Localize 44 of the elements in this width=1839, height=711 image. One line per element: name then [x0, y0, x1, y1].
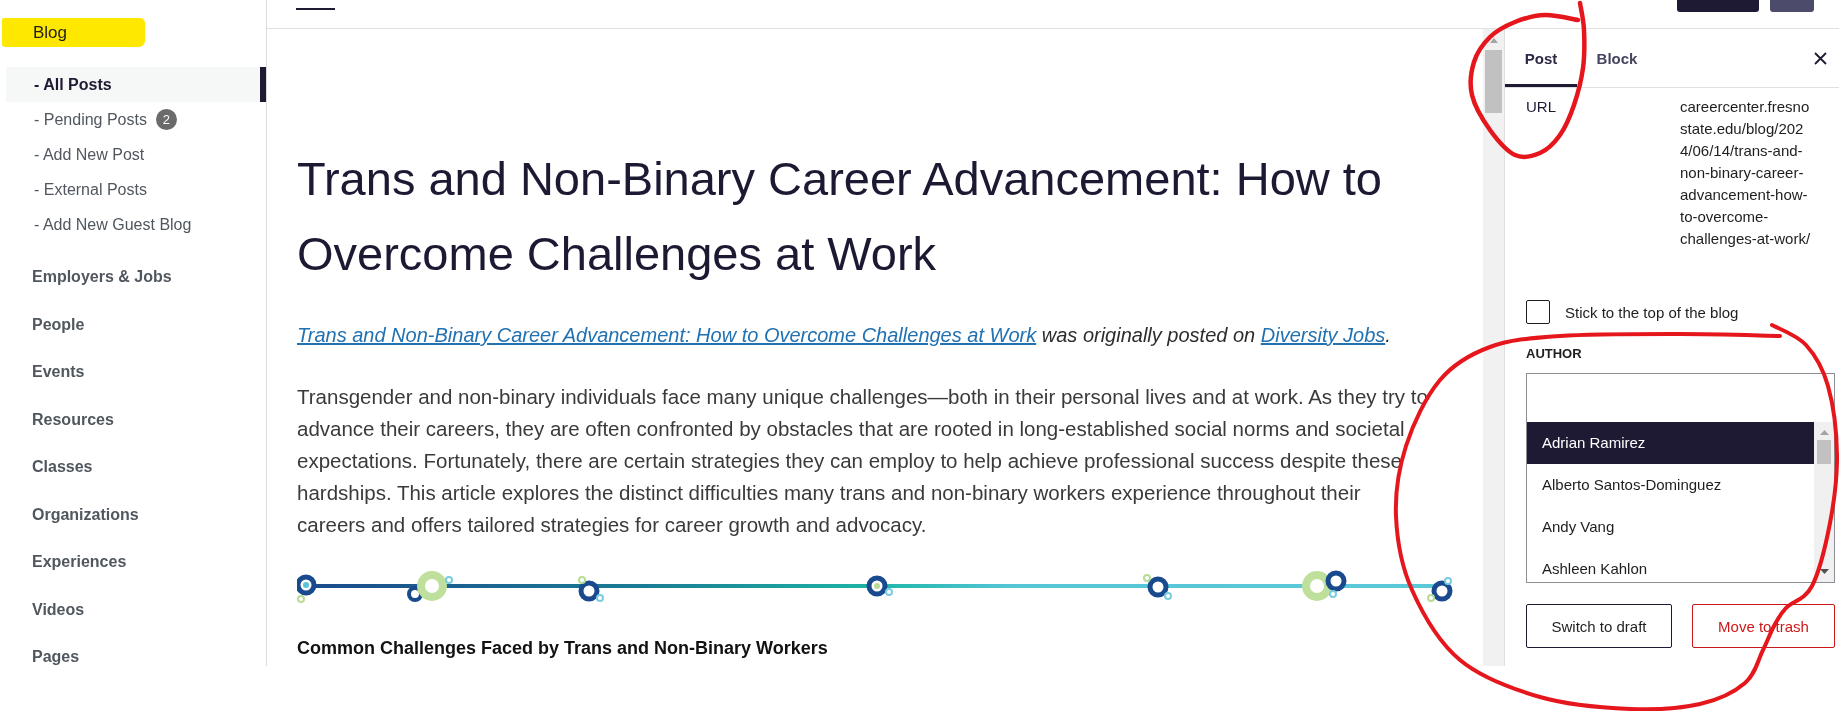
- checkbox[interactable]: [1526, 300, 1550, 324]
- url-link[interactable]: careercenter.fresnostate.edu/blog/2024/06/14/trans-and-non-binary-career-advancement-how-to-overcome-challenges-at-work/: [1680, 96, 1811, 250]
- text-link[interactable]: Trans and Non-Binary Career Advancement: How to Overcome Challenges at Work: [297, 324, 1037, 346]
- action-button[interactable]: Move to trash: [1692, 604, 1835, 648]
- text-link[interactable]: Diversity Jobs: [1260, 324, 1386, 346]
- menu-item[interactable]: Videos: [0, 585, 85, 633]
- menu-item[interactable]: Experiences: [0, 538, 127, 586]
- submenu-item[interactable]: - Add New Post: [6, 137, 266, 172]
- checkbox-label[interactable]: Stick to the top of the blog: [1565, 303, 1739, 321]
- action-button[interactable]: Switch to draft: [1526, 604, 1672, 648]
- menu-item[interactable]: Events: [0, 348, 85, 396]
- scrollbar[interactable]: [1483, 29, 1504, 666]
- url-label: URL: [1526, 97, 1557, 117]
- author-label: AUTHOR: [1525, 345, 1582, 363]
- menu-item[interactable]: Resources: [0, 395, 114, 443]
- menu-item[interactable]: Employers & Jobs: [0, 253, 172, 301]
- author-option[interactable]: Ashleen Kahlon: [1527, 548, 1814, 582]
- submenu-item[interactable]: - Add New Guest Blog: [6, 207, 266, 242]
- menu-item[interactable]: Classes: [0, 443, 93, 491]
- submenu-item[interactable]: - External Posts: [6, 172, 266, 207]
- scroll-down-arrow-icon[interactable]: [1819, 569, 1829, 574]
- blog-heading[interactable]: Blog: [2, 18, 145, 47]
- menu-item[interactable]: Pages: [0, 633, 80, 681]
- panel-tab[interactable]: Post: [1505, 29, 1577, 87]
- submenu-item[interactable]: - Pending Posts 2: [6, 102, 266, 137]
- list-scrollbar[interactable]: [1814, 422, 1834, 582]
- menu-item[interactable]: Organizations: [0, 490, 139, 538]
- close-icon[interactable]: [1814, 52, 1827, 65]
- author-listbox[interactable]: Adrian Ramirez Alberto Santos-Dominguez Andy Vang Ashleen Kahlon: [1526, 373, 1835, 583]
- author-option[interactable]: Alberto Santos-Dominguez: [1527, 464, 1814, 506]
- scrollbar-thumb[interactable]: [1485, 50, 1502, 113]
- dash-icon: [296, 8, 335, 10]
- post-title: Trans and Non-Binary Career Advancement: How to Overcome Challenges at Work: [297, 151, 1383, 282]
- author-option[interactable]: Adrian Ramirez: [1527, 422, 1814, 464]
- scroll-up-arrow-icon[interactable]: [1489, 38, 1498, 43]
- scroll-up-arrow-icon[interactable]: [1819, 430, 1829, 435]
- scrollbar-thumb[interactable]: [1817, 440, 1831, 464]
- panel-tab[interactable]: Block: [1577, 29, 1657, 87]
- count-badge: 2: [155, 109, 177, 130]
- submenu-item[interactable]: - All Posts: [6, 67, 266, 102]
- menu-item[interactable]: People: [0, 300, 85, 348]
- source-credit: Trans and Non-Binary Career Advancement: How to Overcome Challenges at Work was originally posted on Diversity Jobs.: [297, 323, 1392, 348]
- author-option[interactable]: Andy Vang: [1527, 506, 1814, 548]
- section-heading: Common Challenges Faced by Trans and Non-Binary Workers: [297, 637, 829, 660]
